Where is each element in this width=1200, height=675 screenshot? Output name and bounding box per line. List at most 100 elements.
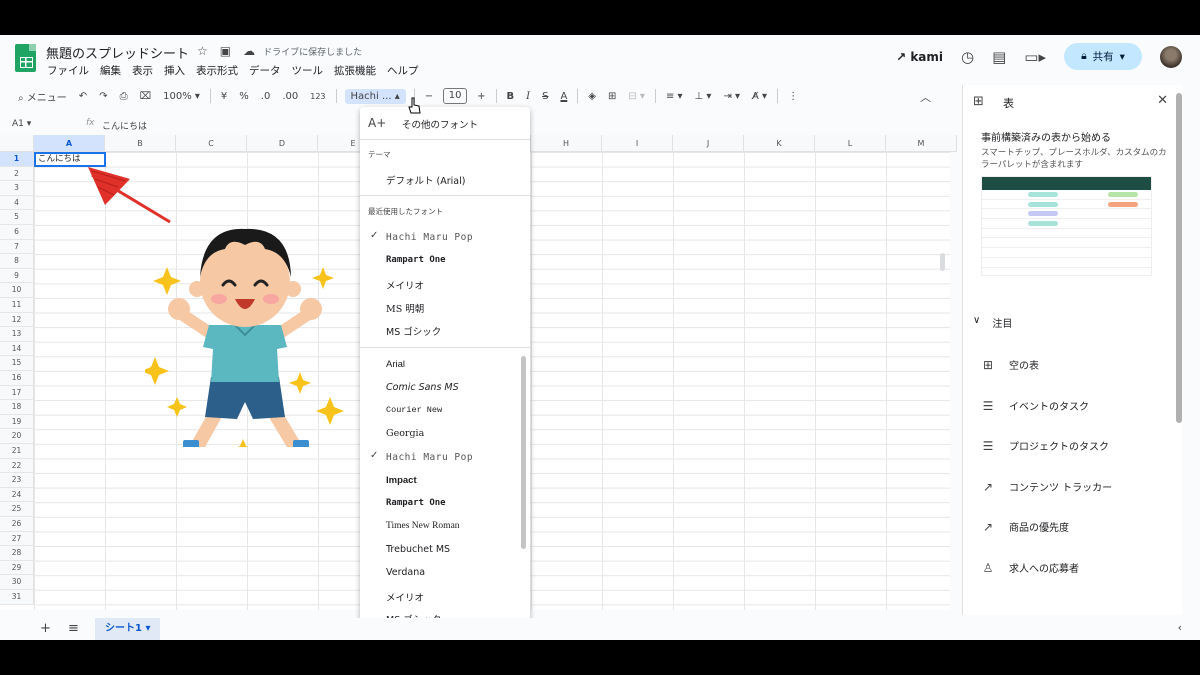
font-item[interactable]: Courier New	[386, 405, 442, 415]
row-header[interactable]: 14	[0, 341, 34, 357]
close-icon[interactable]: ✕	[1157, 93, 1168, 108]
window-scrollbar[interactable]	[1176, 93, 1182, 423]
row-header[interactable]: 23	[0, 473, 34, 488]
currency-button[interactable]: ¥	[215, 91, 233, 102]
template-empty-table[interactable]: ⊞ 空の表	[981, 357, 1039, 373]
font-item[interactable]: Georgia	[386, 428, 424, 439]
fill-color-icon[interactable]: ◈	[582, 91, 602, 102]
italic-button[interactable]: I	[520, 91, 536, 102]
chevron-left-icon[interactable]: ‹	[1178, 621, 1182, 634]
template-product-priority[interactable]: ↗ 商品の優先度	[981, 519, 1069, 535]
menu-edit[interactable]: 編集	[100, 63, 121, 78]
search-menus-button[interactable]: ⌕ メニュー	[12, 89, 73, 104]
document-title[interactable]: 無題のスプレッドシート	[46, 43, 189, 62]
recent-font-item[interactable]: MS ゴシック	[386, 324, 441, 338]
star-icon[interactable]: ☆	[197, 44, 208, 58]
menu-view[interactable]: 表示	[132, 63, 153, 78]
default-font-item[interactable]: デフォルト (Arial)	[386, 173, 465, 187]
row-header[interactable]: 17	[0, 385, 34, 401]
row-header[interactable]: 20	[0, 429, 34, 444]
font-item[interactable]: Comic Sans MS	[386, 382, 459, 393]
column-header-c[interactable]: C	[176, 135, 247, 152]
row-header[interactable]: 18	[0, 400, 34, 415]
print-icon[interactable]: ⎙	[114, 91, 134, 102]
font-item[interactable]: Impact	[386, 475, 417, 486]
font-size-input[interactable]: 10	[443, 88, 468, 104]
horizontal-align-icon[interactable]: ≡ ▾	[660, 91, 689, 102]
row-header[interactable]: 27	[0, 531, 34, 547]
column-header-d[interactable]: D	[247, 135, 318, 152]
history-icon[interactable]: ◷	[961, 48, 974, 66]
grid-scrollbar[interactable]	[940, 253, 945, 271]
more-fonts-item[interactable]: その他のフォント	[402, 117, 478, 131]
comments-icon[interactable]: ▤	[992, 48, 1006, 66]
row-header[interactable]: 2	[0, 166, 34, 182]
increase-font-size-button[interactable]: +	[471, 91, 491, 102]
share-button[interactable]: 🔒︎ 共有 ▾	[1064, 43, 1142, 70]
recent-font-item[interactable]: MS 明朝	[386, 301, 424, 315]
menu-extensions[interactable]: 拡張機能	[334, 63, 376, 78]
chevron-down-icon[interactable]: ▾	[1120, 51, 1125, 63]
add-sheet-icon[interactable]: +	[40, 621, 51, 636]
row-header[interactable]: 6	[0, 225, 34, 240]
zoom-select[interactable]: 100% ▾	[157, 91, 206, 102]
menu-insert[interactable]: 挿入	[164, 63, 185, 78]
number-format-button[interactable]: 123	[304, 92, 331, 101]
all-sheets-icon[interactable]: ≡	[68, 621, 79, 636]
template-job-applicants[interactable]: ♙ 求人への応募者	[981, 560, 1079, 576]
column-header-k[interactable]: K	[744, 135, 815, 152]
row-header[interactable]: 4	[0, 195, 34, 211]
sheets-logo-icon[interactable]	[15, 44, 36, 72]
menu-format[interactable]: 表示形式	[196, 63, 238, 78]
collapse-menus-icon[interactable]: ︿	[920, 89, 931, 105]
percent-button[interactable]: %	[233, 91, 255, 102]
decrease-decimal-button[interactable]: .0	[255, 91, 277, 102]
move-folder-icon[interactable]: ▣	[220, 44, 231, 58]
column-header-l[interactable]: L	[815, 135, 886, 152]
row-header[interactable]: 24	[0, 487, 34, 503]
row-header[interactable]: 8	[0, 254, 34, 269]
table-preview-thumbnail[interactable]	[981, 176, 1152, 276]
row-header[interactable]: 7	[0, 239, 34, 255]
row-header[interactable]: 30	[0, 575, 34, 590]
menu-data[interactable]: データ	[249, 63, 281, 78]
row-header[interactable]: 16	[0, 371, 34, 386]
recent-font-item[interactable]: メイリオ	[386, 278, 424, 292]
text-wrap-icon[interactable]: ⇥ ▾	[717, 91, 746, 102]
row-header[interactable]: 9	[0, 268, 34, 284]
font-item[interactable]: メイリオ	[386, 590, 424, 604]
meet-icon[interactable]: ▭▸	[1024, 48, 1046, 66]
column-header-i[interactable]: I	[602, 135, 673, 152]
menu-tools[interactable]: ツール	[292, 63, 324, 78]
paint-format-icon[interactable]: ⌧	[134, 91, 158, 102]
cloud-saved-icon[interactable]: ☁	[243, 44, 255, 58]
font-item[interactable]: Hachi Maru Pop	[386, 452, 473, 463]
formula-input[interactable]: こんにちは	[102, 119, 147, 132]
row-header[interactable]: 21	[0, 444, 34, 459]
redo-icon[interactable]: ↷	[93, 91, 113, 102]
row-header[interactable]: 25	[0, 502, 34, 517]
column-header-m[interactable]: M	[886, 135, 957, 152]
featured-section-toggle[interactable]: ∨ 注目	[973, 315, 1012, 330]
borders-icon[interactable]: ⊞	[602, 91, 622, 102]
template-event-tasks[interactable]: ☰ イベントのタスク	[981, 398, 1089, 414]
increase-decimal-button[interactable]: .00	[276, 91, 304, 102]
recent-font-item[interactable]: Hachi Maru Pop	[386, 232, 473, 243]
column-header-h[interactable]: H	[531, 135, 602, 152]
row-header[interactable]: 29	[0, 560, 34, 576]
row-header[interactable]: 11	[0, 298, 34, 313]
row-header[interactable]: 13	[0, 327, 34, 342]
add-font-icon[interactable]: A+	[368, 116, 386, 130]
row-header[interactable]: 31	[0, 590, 34, 605]
merge-cells-icon[interactable]: ⊟ ▾	[622, 91, 651, 102]
row-header[interactable]: 28	[0, 546, 34, 561]
row-header[interactable]: 5	[0, 210, 34, 225]
dropdown-scrollbar[interactable]	[521, 356, 526, 549]
font-item[interactable]: Rampart One	[386, 498, 446, 508]
sheet-tab[interactable]: シート1 ▾	[95, 618, 161, 640]
kami-extension-button[interactable]: ↗ kami	[896, 50, 943, 64]
undo-icon[interactable]: ↶	[73, 91, 93, 102]
row-header[interactable]: 26	[0, 517, 34, 532]
font-item[interactable]: Times New Roman	[386, 521, 460, 531]
font-item[interactable]: Verdana	[386, 567, 425, 578]
